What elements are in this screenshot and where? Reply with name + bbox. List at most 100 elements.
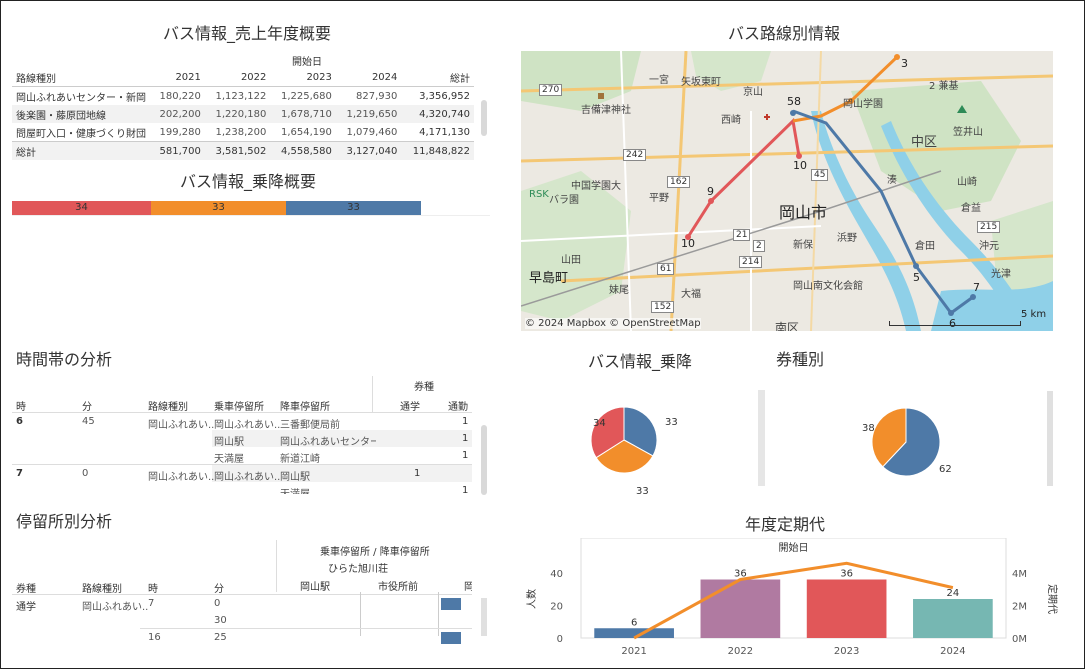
sales-year: 2023	[306, 71, 332, 83]
bar[interactable]	[700, 579, 781, 639]
stop-marker[interactable]	[970, 294, 976, 300]
map-place-label: 山崎	[957, 177, 977, 188]
pie2-label: 38	[862, 423, 875, 434]
table-row[interactable]: 岡山ふれあいセンター・新岡 180,220 1,123,122 1,225,68…	[12, 87, 474, 106]
col-header: 分	[82, 402, 92, 413]
time-on-stop: 天満屋	[214, 454, 244, 465]
sales-year: 2021	[175, 71, 201, 83]
boarding-segment-label: 34	[75, 202, 88, 213]
pie1-label: 33	[636, 486, 649, 494]
table-row[interactable]: 後楽園・藤原団地線 202,200 1,220,180 1,678,710 1,…	[12, 105, 474, 123]
stop-marker[interactable]	[708, 198, 714, 204]
map-place-label: 早島町	[529, 271, 569, 286]
time-off-stop: 岡山駅	[280, 472, 310, 483]
stop-marker[interactable]	[948, 310, 954, 316]
stop-count: 3	[901, 57, 908, 70]
map-place-label: 南区	[775, 321, 800, 331]
stop-ticket: 通学	[16, 602, 36, 613]
pie2-chart[interactable]	[870, 406, 942, 478]
pie1-label: 34	[593, 418, 606, 429]
col-header: 路線種別	[82, 584, 122, 595]
road-number: 21	[733, 229, 751, 241]
time-work-count: 1	[462, 485, 469, 494]
stop-count: 58	[787, 95, 801, 108]
boarding-bar-track	[12, 215, 490, 216]
col-header: 券種	[16, 584, 36, 595]
map-place-label: 大福	[681, 289, 701, 300]
col-header: 分	[214, 584, 224, 595]
pie1-chart[interactable]	[590, 398, 690, 492]
grand-total-cell: 4,558,580	[280, 145, 332, 157]
sales-scrollbar[interactable]	[481, 100, 487, 136]
road-number: 215	[977, 221, 1001, 233]
road-number: 61	[657, 263, 675, 275]
map-place-label: 2 兼基	[929, 81, 959, 92]
boarding-segment[interactable]: 33	[286, 201, 421, 215]
route-map[interactable]: 西崎 京山 中区 吉備津神社 笠井山 中国学園大 平野 岡山市 RSK バラ園 …	[521, 51, 1053, 331]
x-tick-label: 2021	[621, 646, 646, 657]
annual-title: 年度定期代	[745, 515, 826, 534]
boarding-segment-label: 33	[347, 202, 360, 213]
stop-analysis-title: 停留所別分析	[16, 512, 113, 531]
road-number: 162	[667, 176, 691, 188]
map-place-label: 岡山南文化会館	[793, 281, 863, 292]
road-number: 45	[811, 169, 829, 181]
stop-sub-header: ひらた旭川荘	[328, 564, 388, 575]
bar-value-label: 24	[947, 588, 960, 599]
sales-cell: 1,238,200	[215, 126, 267, 138]
stop-count-bar[interactable]	[441, 598, 461, 610]
y2-axis-label: 定期代	[1046, 584, 1059, 614]
table-row[interactable]: 問屋町入口・健康づくり財団 199,280 1,238,200 1,654,19…	[12, 123, 474, 142]
stop-scrollbar[interactable]	[481, 598, 487, 636]
y2-tick-label: 2M	[1012, 602, 1027, 613]
bar[interactable]	[913, 599, 993, 638]
line-series[interactable]	[633, 561, 954, 640]
chart-header: 開始日	[779, 541, 809, 554]
time-work-count: 1	[462, 433, 469, 444]
table-total-row[interactable]: 総計 581,700 3,581,502 4,558,580 3,127,040…	[12, 141, 474, 160]
boarding-bar[interactable]: 34 33 33	[12, 201, 421, 215]
route-name: 岡山ふれあいセンター・新岡	[16, 92, 146, 104]
map-place-label: 倉田	[915, 241, 935, 252]
stop-hour: 7	[148, 598, 155, 609]
stop-marker[interactable]	[894, 54, 900, 60]
map-place-label: バラ園	[549, 195, 579, 206]
road-number: 214	[739, 256, 763, 268]
sales-cell: 180,220	[159, 90, 201, 102]
annual-chart[interactable]: 開始日020400M2M4M人数 定期代620213620223620232420…	[521, 538, 1061, 660]
divider	[12, 412, 472, 413]
boarding-segment[interactable]: 33	[151, 201, 286, 215]
time-hour: 7	[16, 468, 23, 479]
road-number: 270	[539, 84, 563, 96]
time-off-stop: 岡山ふれあいセンター	[280, 437, 376, 448]
time-on-stop: 岡山ふれあい..	[214, 472, 281, 483]
map-place-label: 湊	[887, 175, 897, 186]
road-number: 152	[651, 301, 675, 313]
time-work-count: 1	[462, 416, 469, 427]
stop-col-header: 岡山駅	[300, 582, 330, 593]
stop-minute: 25	[214, 632, 227, 643]
map-title: バス路線別情報	[728, 24, 841, 43]
map-place-label: 中区	[911, 135, 938, 150]
stop-marker[interactable]	[913, 263, 919, 269]
ticket-group-header: 券種	[414, 382, 434, 393]
sales-cell: 1,079,460	[346, 126, 398, 138]
map-place-label: 新保	[793, 240, 813, 251]
time-scrollbar[interactable]	[481, 425, 487, 495]
map-place-label: RSK	[529, 189, 549, 200]
time-work-count: 1	[462, 450, 469, 461]
stop-marker[interactable]	[790, 110, 796, 116]
bar[interactable]	[806, 579, 887, 639]
stop-count-bar[interactable]	[441, 632, 461, 644]
boarding-title: バス情報_乗降概要	[180, 172, 317, 191]
pie2-scrollbar[interactable]	[1047, 391, 1053, 486]
stop-col-header: 岡	[464, 582, 472, 592]
stop-count: 10	[681, 237, 695, 250]
boarding-segment[interactable]: 34	[12, 201, 151, 215]
map-place-label: 京山	[743, 87, 763, 98]
sales-cell: 1,225,680	[280, 90, 332, 102]
map-place-label: 西崎	[721, 115, 741, 126]
time-row-clip: 天満屋 1	[212, 484, 482, 494]
y2-tick-label: 0M	[1012, 634, 1027, 645]
stop-count: 10	[793, 159, 807, 172]
